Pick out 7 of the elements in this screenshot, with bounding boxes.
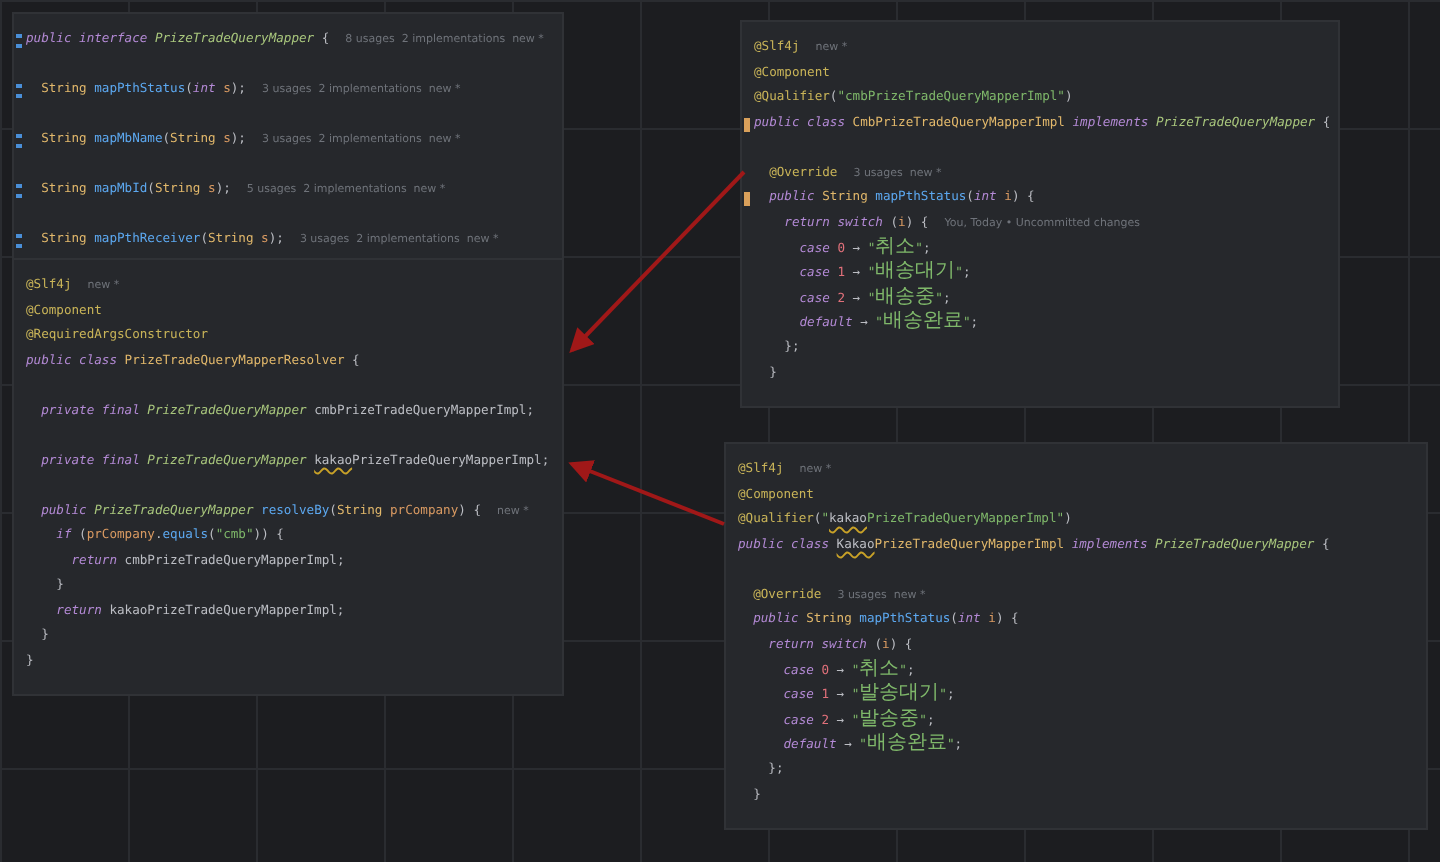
implements-marker-icon[interactable] xyxy=(744,192,750,206)
implemented-marker-icon[interactable] xyxy=(16,134,22,148)
implements-marker-icon[interactable] xyxy=(744,117,750,131)
implemented-marker-icon[interactable] xyxy=(16,84,22,98)
implemented-marker-icon[interactable] xyxy=(16,34,22,48)
implemented-marker-icon[interactable] xyxy=(16,184,22,198)
implemented-marker-icon[interactable] xyxy=(16,234,22,248)
